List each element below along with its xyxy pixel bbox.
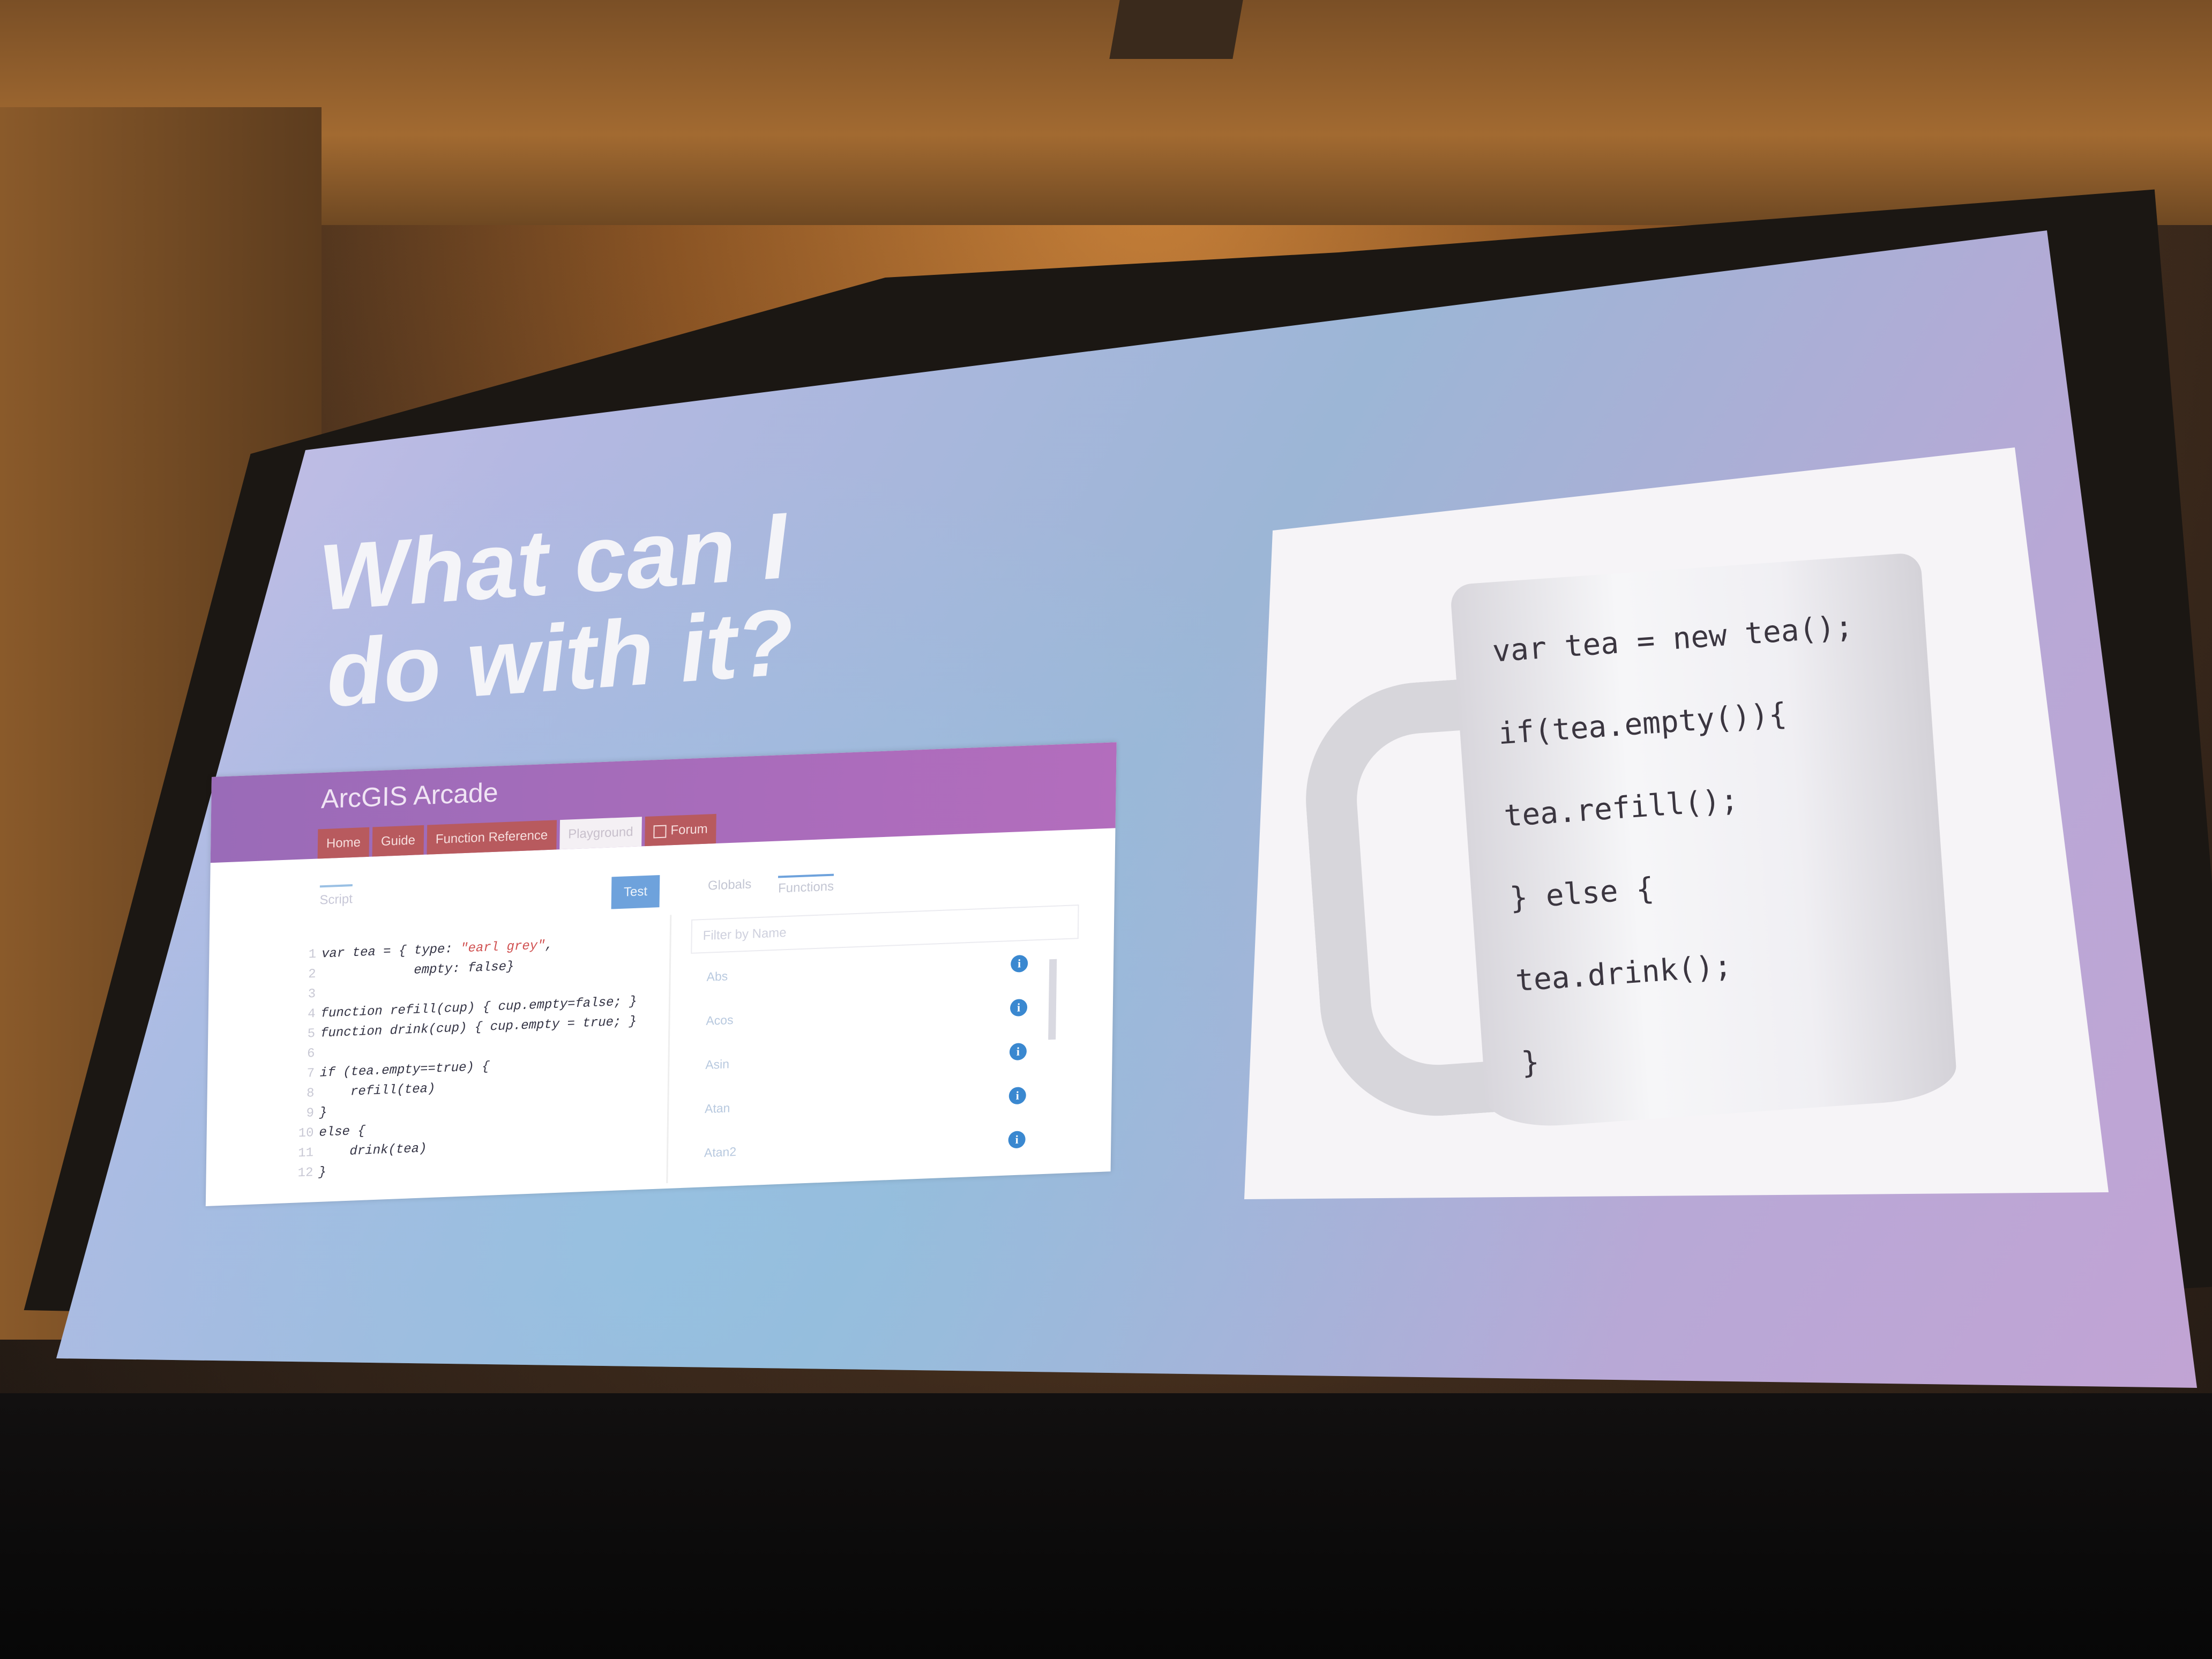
- code-rest: ,: [545, 938, 554, 953]
- line-number: 3: [308, 987, 316, 1002]
- function-list: Abs i Acos i Asin i Atan i Atan2 i: [687, 949, 1044, 1183]
- function-name: Atan: [704, 1101, 730, 1116]
- line-number: 6: [307, 1046, 315, 1062]
- info-icon[interactable]: i: [1008, 1087, 1026, 1105]
- code-editor[interactable]: 1 var tea = { type: "earl grey", 2 empty: …: [292, 931, 670, 1183]
- line-number: 7: [307, 1066, 315, 1081]
- app-tabs: Home Guide Function Reference Playground…: [317, 813, 717, 859]
- scrollbar[interactable]: [1048, 959, 1057, 1040]
- tab-functions[interactable]: Functions: [778, 873, 834, 896]
- script-tab[interactable]: Script: [319, 884, 353, 908]
- line-number: 8: [306, 1086, 315, 1101]
- line-number: 10: [298, 1126, 314, 1141]
- info-icon[interactable]: i: [1009, 1042, 1027, 1061]
- code-text: if (tea.empty==true) {: [319, 1059, 490, 1081]
- line-number: 1: [308, 947, 317, 962]
- info-icon[interactable]: i: [1010, 954, 1028, 973]
- line-number: 12: [297, 1165, 313, 1181]
- filter-input[interactable]: Filter by Name: [691, 905, 1079, 954]
- side-tabs: Globals Functions: [708, 873, 834, 899]
- line-number: 4: [307, 1006, 316, 1022]
- ceiling: [0, 0, 2212, 225]
- external-link-icon: [653, 825, 667, 839]
- code-text: else {: [319, 1124, 366, 1140]
- slide-title: What can I do with it?: [316, 493, 864, 727]
- code-string: "earl grey": [460, 938, 545, 956]
- tab-function-reference[interactable]: Function Reference: [427, 820, 557, 855]
- arcgis-arcade-screenshot: ArcGIS Arcade Home Guide Function Refere…: [205, 742, 1117, 1207]
- line-number: 9: [306, 1106, 315, 1121]
- info-icon[interactable]: i: [1008, 1131, 1026, 1149]
- info-icon[interactable]: i: [1010, 998, 1028, 1017]
- line-number: 5: [307, 1026, 316, 1042]
- function-name: Asin: [705, 1057, 730, 1072]
- code-text: }: [318, 1165, 327, 1180]
- function-name: Atan2: [704, 1144, 737, 1160]
- function-name: Acos: [706, 1012, 734, 1028]
- code-text: var tea = { type:: [321, 941, 461, 962]
- tab-guide[interactable]: Guide: [372, 825, 424, 857]
- line-number: 2: [308, 967, 316, 982]
- floor: [0, 1393, 2212, 1659]
- tab-globals[interactable]: Globals: [708, 877, 752, 899]
- app-title: ArcGIS Arcade: [320, 777, 499, 814]
- tab-forum-label: Forum: [670, 821, 708, 838]
- line-number: 11: [297, 1146, 314, 1161]
- code-text: drink(tea): [318, 1141, 427, 1160]
- code-text: refill(tea): [319, 1081, 436, 1101]
- mug-code: var tea = new tea(); if(tea.empty()){ te…: [1490, 577, 2005, 1105]
- test-button[interactable]: Test: [611, 875, 660, 909]
- ceiling-beam: [1109, 0, 1243, 59]
- tab-forum[interactable]: Forum: [645, 813, 717, 847]
- function-name: Abs: [706, 969, 728, 984]
- tab-home[interactable]: Home: [317, 827, 370, 859]
- code-text: }: [319, 1105, 327, 1120]
- tab-playground[interactable]: Playground: [559, 817, 642, 850]
